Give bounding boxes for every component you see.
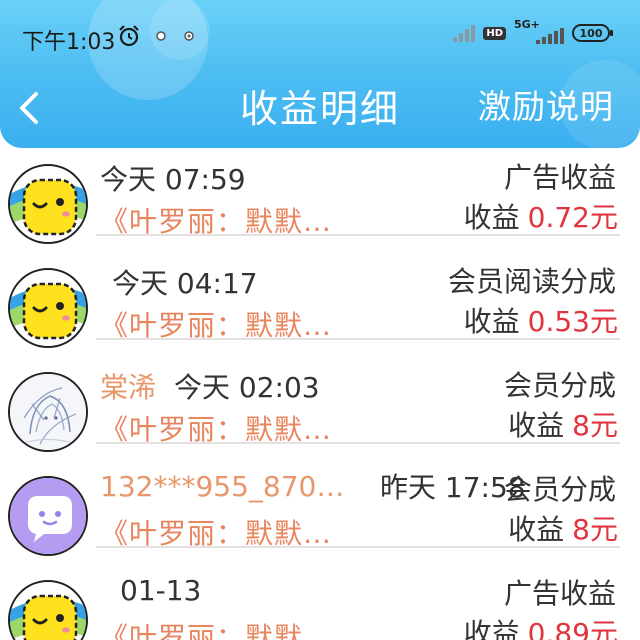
anime-sketch-avatar	[8, 372, 88, 452]
income-amount-line: 收益 8元	[508, 404, 618, 444]
income-label: 收益	[463, 617, 520, 640]
income-amount: 8元	[572, 513, 618, 546]
notification-icon	[156, 31, 166, 41]
status-bar: 下午1:03 HD 5G+ 100	[0, 0, 640, 70]
status-time: 下午1:03	[22, 30, 116, 55]
income-label: 收益	[463, 201, 520, 234]
network-indicator: 5G+	[514, 18, 564, 46]
record-time: 今天 07:59	[100, 163, 246, 196]
income-amount: 0.72元	[527, 201, 618, 234]
income-type: 会员分成	[503, 369, 616, 402]
alarm-clock-icon	[119, 25, 139, 47]
record-time: 01-13	[120, 574, 202, 607]
income-record-row[interactable]: 01-13 《叶罗丽：默默… 广告收益 收益 0.89元	[0, 564, 640, 640]
income-type: 会员阅读分成	[447, 265, 616, 298]
income-record-row[interactable]: 今天 04:17 《叶罗丽：默默… 会员阅读分成 收益 0.53元	[0, 252, 640, 356]
incentive-help-link[interactable]: 激励说明	[478, 80, 614, 128]
income-type: 会员分成	[503, 473, 616, 506]
back-button[interactable]	[10, 82, 50, 132]
income-amount: 0.53元	[527, 305, 618, 338]
record-time-line: 棠浠 今天 02:03	[100, 366, 320, 406]
notification-icon	[184, 31, 194, 41]
battery-icon: 100	[572, 24, 613, 42]
income-label: 收益	[463, 305, 520, 338]
yellow-face-avatar	[8, 580, 88, 640]
record-time-line: 132***955_870…	[100, 470, 362, 503]
income-amount-line: 收益 0.53元	[464, 300, 618, 340]
income-record-row[interactable]: 棠浠 今天 02:03 《叶罗丽：默默… 会员分成 收益 8元	[0, 356, 640, 460]
income-label: 收益	[508, 513, 565, 546]
yellow-face-avatar	[8, 164, 88, 244]
book-title: 《叶罗丽：默默…	[100, 621, 333, 640]
record-time: 今天 04:17	[112, 267, 258, 300]
income-type: 广告收益	[503, 161, 616, 194]
income-record-row[interactable]: 132***955_870… 昨天 17:58 《叶罗丽：默默… 会员分成 收益…	[0, 460, 640, 564]
income-amount: 0.89元	[527, 617, 618, 640]
app-header: 下午1:03 HD 5G+ 100 收益明细 激励说明	[0, 0, 640, 148]
yellow-face-avatar	[8, 268, 88, 348]
user-nickname: 132***955_870…	[100, 470, 345, 503]
income-amount-line: 收益 8元	[508, 508, 618, 548]
signal-strength-icon	[453, 24, 476, 42]
chevron-left-icon	[20, 92, 38, 124]
status-indicators: HD 5G+ 100	[453, 18, 613, 48]
income-type: 广告收益	[503, 577, 616, 610]
record-time: 今天 02:03	[174, 371, 320, 404]
record-time-line: 今天 04:17	[112, 262, 258, 302]
income-label: 收益	[508, 409, 565, 442]
record-time-line: 今天 07:59	[100, 158, 246, 198]
hd-badge: HD	[483, 26, 506, 40]
record-time-line: 01-13	[120, 574, 201, 607]
battery-level: 100	[579, 26, 603, 40]
income-record-row[interactable]: 今天 07:59 《叶罗丽：默默… 广告收益 收益 0.72元	[0, 148, 640, 252]
income-amount-line: 收益 0.89元	[464, 612, 618, 640]
income-amount-line: 收益 0.72元	[464, 196, 618, 236]
income-amount: 8元	[572, 409, 618, 442]
purple-chat-avatar	[8, 476, 88, 556]
signal-strength-icon	[536, 26, 564, 44]
user-nickname: 棠浠	[100, 371, 157, 404]
